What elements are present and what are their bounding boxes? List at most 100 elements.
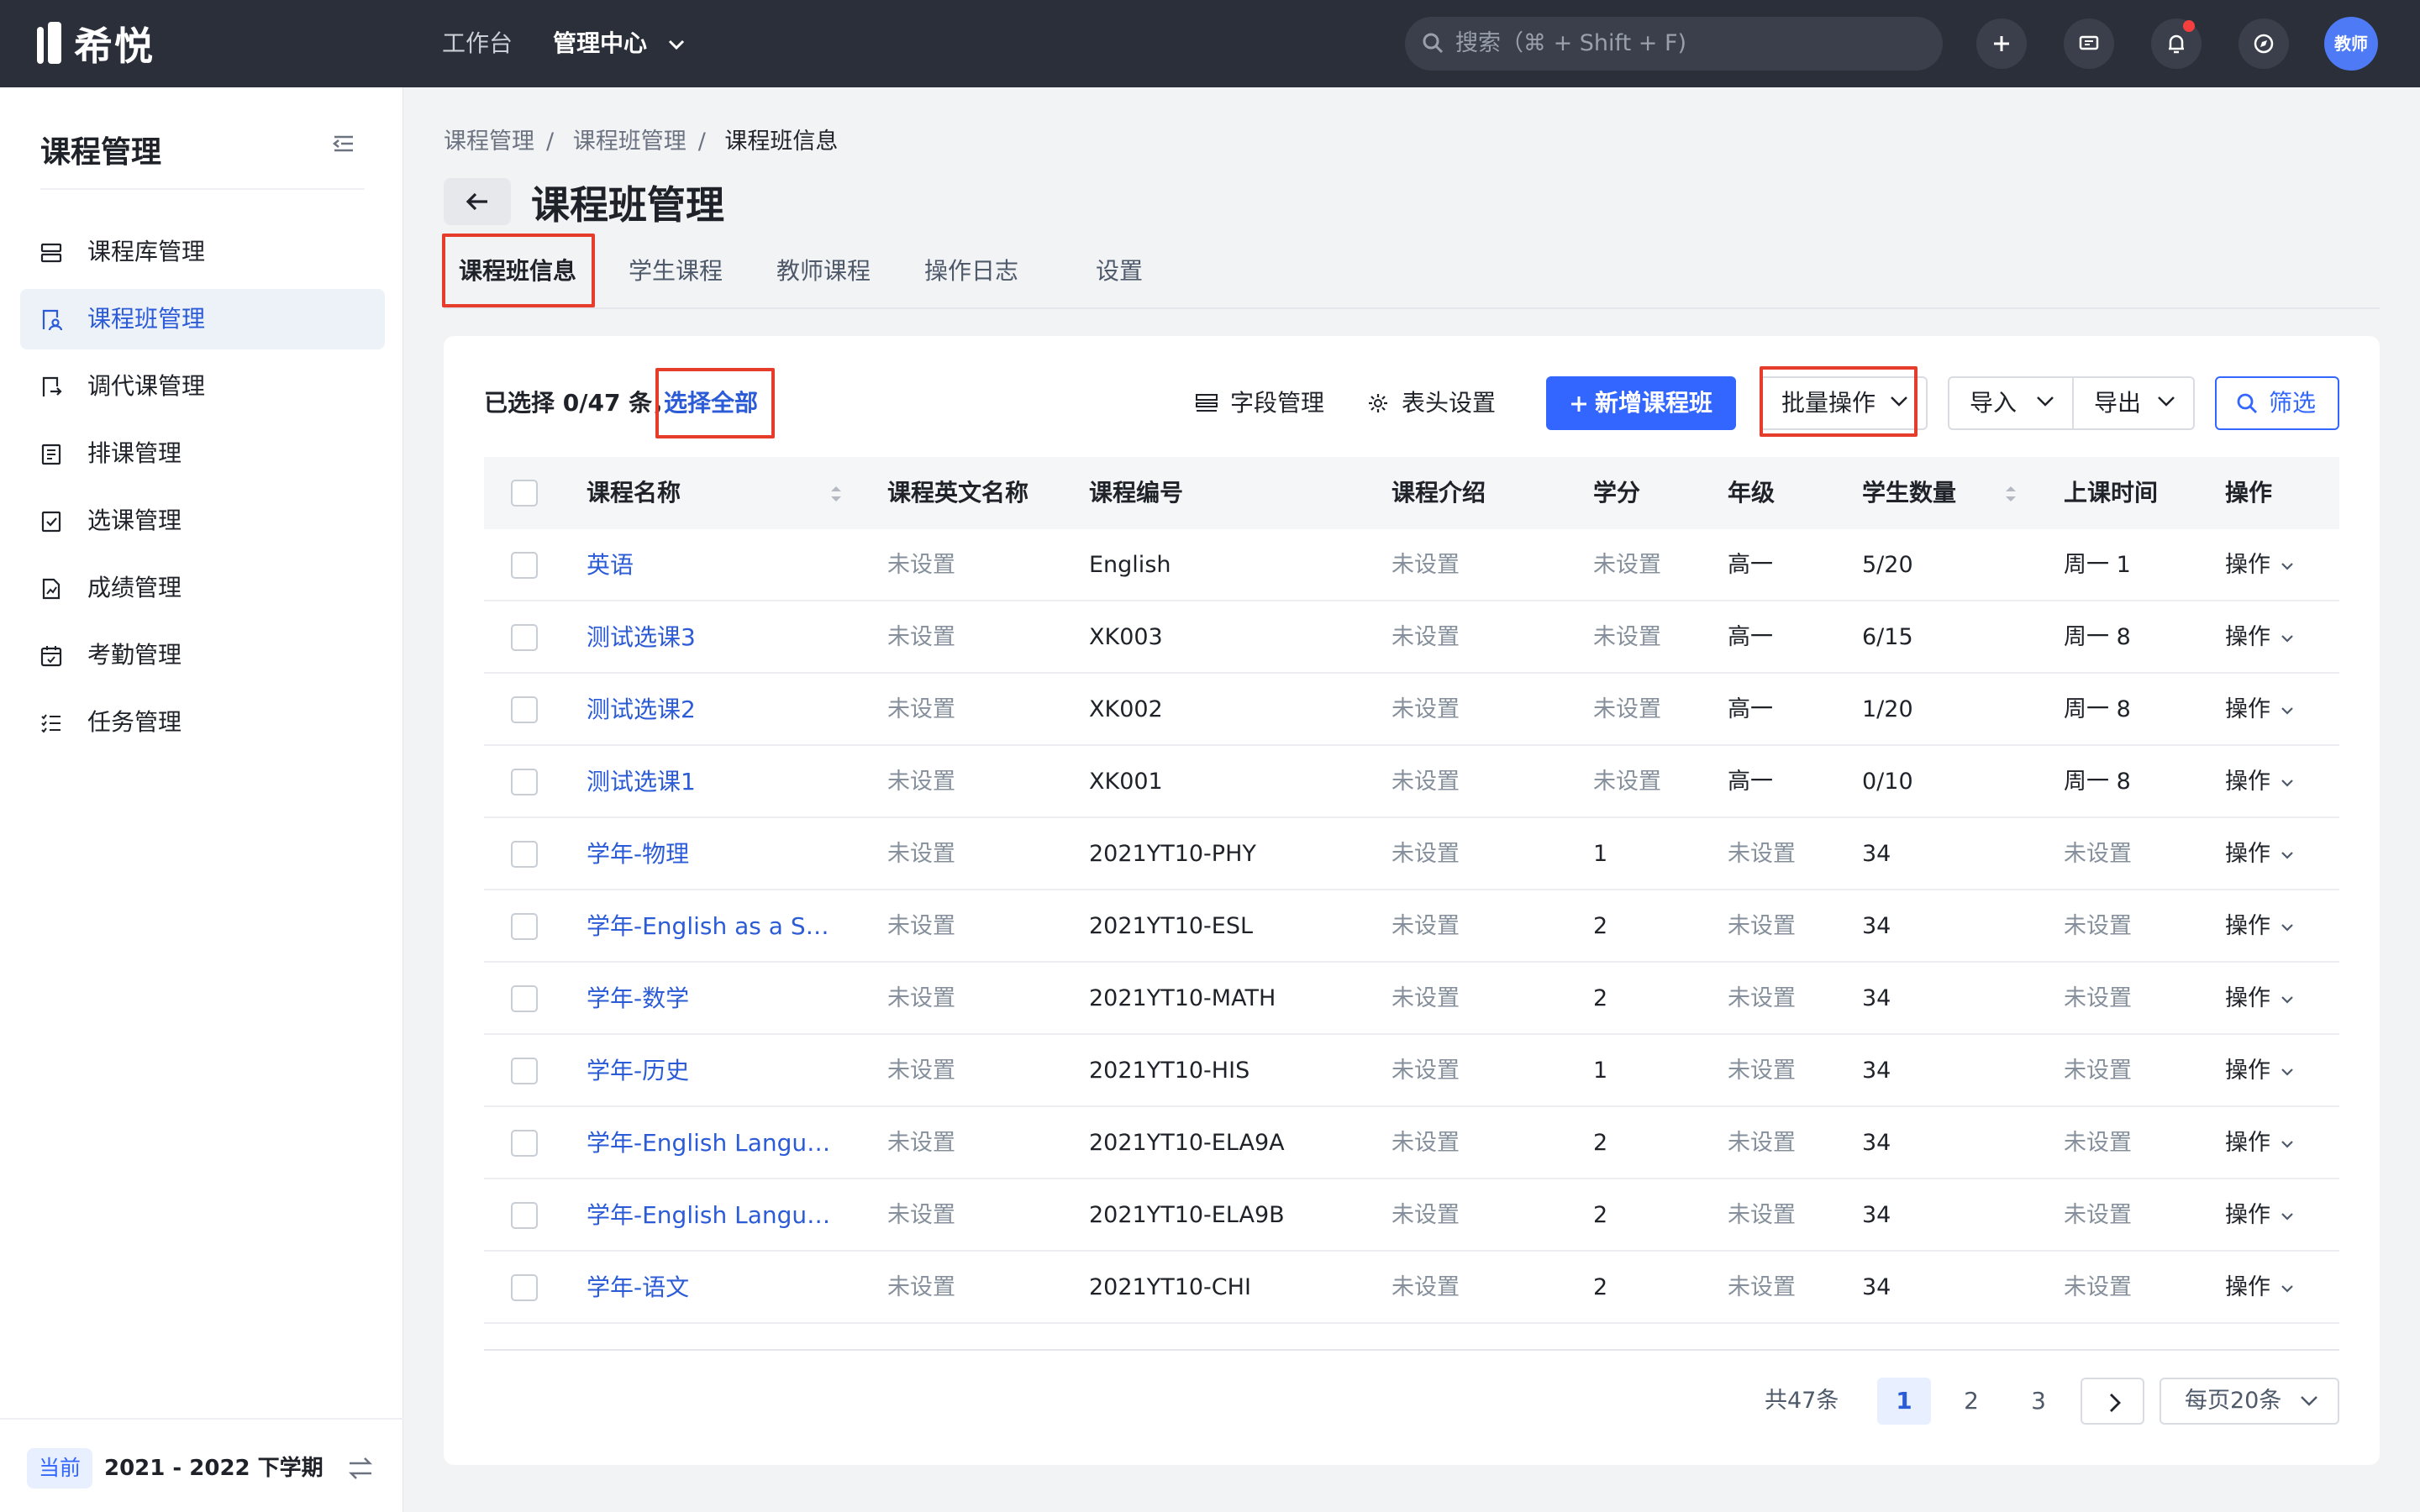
breadcrumb-item[interactable]: 课程班管理 [573,129,687,155]
row-checkbox[interactable] [511,1058,538,1084]
switch-term-icon[interactable] [346,1455,375,1482]
collapse-sidebar-icon[interactable] [331,131,356,156]
cell-actions[interactable]: 操作 [2225,890,2339,963]
cell-actions[interactable]: 操作 [2225,1179,2339,1252]
tab-student-courses[interactable]: 学生课程 [629,245,723,307]
next-page-button[interactable] [2081,1378,2144,1425]
user-avatar[interactable]: 教师 [2324,17,2378,71]
row-checkbox[interactable] [511,769,538,795]
sidebar-item-course-selection[interactable]: 选课管理 [20,491,385,551]
row-checkbox[interactable] [511,552,538,579]
column-header-intro: 课程介绍 [1392,479,1486,507]
cell-actions[interactable]: 操作 [2225,529,2339,601]
row-checkbox[interactable] [511,985,538,1012]
cell-grade: 未设置 [1728,963,1845,1035]
sidebar-item-grades[interactable]: 成绩管理 [20,558,385,618]
back-button[interactable] [444,178,511,225]
cell-course-name[interactable]: 学年-语文 [587,1252,839,1324]
table-row: 学年-语文 未设置 2021YT10-CHI 未设置 2 未设置 34 未设置 操作 [484,1252,2339,1324]
cell-course-name[interactable]: 学年-English as a Sec… [587,890,839,963]
cell-course-name[interactable]: 学年-物理 [587,818,839,890]
sidebar-item-scheduling[interactable]: 排课管理 [20,423,385,484]
nav-workbench[interactable]: 工作台 [442,25,513,62]
cell-text: 未设置 [887,1058,955,1084]
cell-course-name[interactable]: 英语 [587,529,839,601]
apps-button[interactable] [2238,18,2289,69]
page-1[interactable]: 1 [1877,1378,1931,1425]
row-checkbox[interactable] [511,913,538,940]
notifications-button[interactable] [2151,18,2202,69]
select-all-checkbox[interactable] [511,480,538,507]
cell-actions[interactable]: 操作 [2225,818,2339,890]
cell-actions[interactable]: 操作 [2225,674,2339,746]
select-all-link[interactable]: 选择全部 [664,386,758,420]
add-class-button[interactable]: 新增课程班 [1546,376,1736,430]
page-size-select[interactable]: 每页20条 [2160,1378,2339,1425]
cell-text: 未设置 [1392,1058,1460,1084]
create-button[interactable] [1976,18,2027,69]
cell-text: 未设置 [2064,1130,2132,1156]
nav-admin-center[interactable]: 管理中心 [553,25,686,62]
import-label: 导入 [1970,389,2018,417]
cell-text: 操作 [2225,552,2270,578]
cell-text: XK001 [1089,769,1163,795]
cell-grade: 高一 [1728,601,1845,674]
sort-icon[interactable] [829,482,844,506]
cell-actions[interactable]: 操作 [2225,746,2339,818]
cell-course-name[interactable]: 学年-数学 [587,963,839,1035]
row-checkbox[interactable] [511,696,538,723]
row-checkbox[interactable] [511,1274,538,1301]
cell-grade: 高一 [1728,529,1845,601]
table-row: 学年-English as a Sec… 未设置 2021YT10-ESL 未设置 2 未… [484,890,2339,963]
sidebar-item-tasks[interactable]: 任务管理 [20,692,385,753]
cell-course-name[interactable]: 测试选课1 [587,746,839,818]
cell-course-name[interactable]: 测试选课3 [587,601,839,674]
cell-actions[interactable]: 操作 [2225,1107,2339,1179]
export-button[interactable]: 导出 [2072,376,2195,430]
row-checkbox[interactable] [511,1130,538,1157]
header-settings-button[interactable]: 表头设置 [1369,386,1496,420]
cell-actions[interactable]: 操作 [2225,601,2339,674]
sidebar-item-attendance[interactable]: 考勤管理 [20,625,385,685]
chevron-down-icon [2158,396,2175,407]
chevron-down-icon [2281,634,2293,643]
page-2[interactable]: 2 [1944,1378,1998,1425]
app-logo[interactable]: 希悦 [37,18,155,69]
page-3[interactable]: 3 [2012,1378,2065,1425]
cell-actions[interactable]: 操作 [2225,1252,2339,1324]
course-class-table: 课程名称 课程英文名称 课程编号 课程介绍 学分 年级 学生数量 上课时间 操作… [484,457,2339,1351]
sidebar-item-class-management[interactable]: 课程班管理 [20,289,385,349]
cell-text: 操作 [2225,1202,2270,1228]
cell-text: 未设置 [1728,1202,1796,1228]
tab-operation-log[interactable]: 操作日志 [924,245,1018,307]
column-header-english-name: 课程英文名称 [887,479,1029,507]
cell-text: 2021YT10-PHY [1089,841,1256,867]
cell-course-name[interactable]: 测试选课2 [587,674,839,746]
messages-button[interactable] [2064,18,2114,69]
row-checkbox[interactable] [511,624,538,651]
chevron-down-icon [2281,779,2293,787]
cell-course-name[interactable]: 学年-历史 [587,1035,839,1107]
global-search[interactable]: 搜索（⌘ + Shift + F) [1405,17,1943,71]
row-checkbox[interactable] [511,1202,538,1229]
cell-course-name[interactable]: 学年-English Languag… [587,1107,839,1179]
batch-operation-button[interactable]: 批量操作 [1760,376,1928,430]
sidebar-item-substitution[interactable]: 调代课管理 [20,356,385,417]
cell-text: 学年-English as a Sec… [587,912,839,940]
sort-icon[interactable] [2003,482,2018,506]
cell-actions[interactable]: 操作 [2225,963,2339,1035]
cell-text: 34 [1862,1130,1891,1156]
cell-course-name[interactable]: 学年-English Languag… [587,1179,839,1252]
tab-teacher-courses[interactable]: 教师课程 [776,245,871,307]
breadcrumb-item[interactable]: 课程管理 [444,129,534,155]
cell-text: 2 [1593,1130,1608,1156]
field-manage-button[interactable]: 字段管理 [1196,386,1324,420]
tab-class-info[interactable]: 课程班信息 [459,245,576,307]
import-button[interactable]: 导入 [1948,376,2074,430]
filter-button[interactable]: 筛选 [2215,376,2339,430]
sidebar-item-course-library[interactable]: 课程库管理 [20,222,385,282]
tab-settings[interactable]: 设置 [1096,245,1143,307]
cell-actions[interactable]: 操作 [2225,1035,2339,1107]
row-checkbox[interactable] [511,841,538,868]
column-header-grade: 年级 [1728,479,1776,507]
